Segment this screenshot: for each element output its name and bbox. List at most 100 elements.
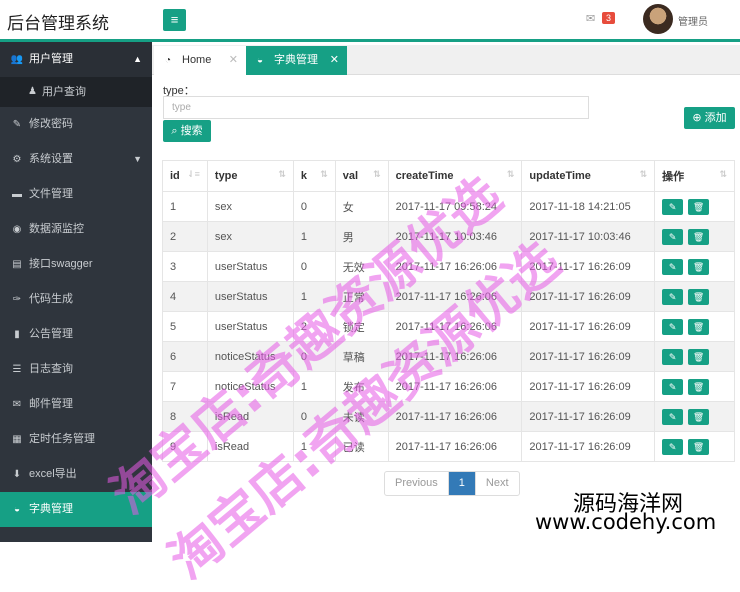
avatar[interactable] <box>643 4 673 34</box>
trash-icon[interactable]: 🗑 <box>688 378 710 395</box>
table-body: 1 sex 0 女 2017-11-17 09:58:24 2017-11-18 14:2… <box>162 191 735 462</box>
top-bar: 后台管理系统 ≡ ✉ 3 管理员 <box>0 0 740 42</box>
table-row[interactable]: 8 isRead 0 未读 2017-11-17 16:26:06 2017-11-17 … <box>162 401 735 432</box>
caret-down-icon: ▼ <box>133 154 142 164</box>
edit-icon[interactable]: ✎ <box>662 288 684 305</box>
menu-toggle-button[interactable]: ≡ <box>163 9 186 31</box>
table-cell: 1 <box>292 281 336 312</box>
type-input[interactable]: type <box>163 96 589 119</box>
table-row[interactable]: 9 isRead 1 已读 2017-11-17 16:26:06 2017-11-17 … <box>162 431 735 462</box>
sidebar-item-mail-management[interactable]: ✉ 邮件管理 <box>0 387 152 422</box>
column-header-k[interactable]: k ⇅ <box>292 160 336 192</box>
edit-icon[interactable]: ✎ <box>662 258 684 275</box>
column-header-actions[interactable]: 操作 ⇅ <box>654 160 735 192</box>
column-header-val[interactable]: val ⇅ <box>334 160 389 192</box>
sidebar-item-code-generation[interactable]: ✑ 代码生成 <box>0 282 152 317</box>
row-actions: ✎ 🗑 <box>654 371 735 402</box>
sidebar-item-label: 邮件管理 <box>29 398 73 410</box>
table-cell: 2017-11-18 14:21:05 <box>521 191 656 222</box>
close-icon[interactable]: ✕ <box>229 46 238 75</box>
previous-page-button[interactable]: Previous <box>385 472 448 495</box>
table-cell: sex <box>206 221 294 252</box>
sidebar-item-notice-management[interactable]: ▮ 公告管理 <box>0 317 152 352</box>
table-cell: userStatus <box>206 311 294 342</box>
trash-icon[interactable]: 🗑 <box>688 198 710 215</box>
table-row[interactable]: 1 sex 0 女 2017-11-17 09:58:24 2017-11-18 14:2… <box>162 191 735 222</box>
table-cell: 2017-11-17 16:26:09 <box>521 311 656 342</box>
trash-icon[interactable]: 🗑 <box>688 258 710 275</box>
table-cell: 1 <box>292 221 336 252</box>
table-row[interactable]: 2 sex 1 男 2017-11-17 10:03:46 2017-11-17 10:0… <box>162 221 735 252</box>
edit-icon[interactable]: ✎ <box>662 408 684 425</box>
sidebar-item-system-settings[interactable]: ⚙ 系统设置 ▼ <box>0 142 152 177</box>
sort-icon: ⇅ <box>373 169 381 179</box>
table-cell: isRead <box>206 401 294 432</box>
trash-icon[interactable]: 🗑 <box>688 408 710 425</box>
trash-icon[interactable]: 🗑 <box>688 288 710 305</box>
table-cell: 2 <box>292 311 336 342</box>
table-cell: 8 <box>162 401 208 432</box>
sidebar-item-dictionary-management[interactable]: ◒ 字典管理 <box>0 492 152 527</box>
table-row[interactable]: 6 noticeStatus 0 草稿 2017-11-17 16:26:06 2017-… <box>162 341 735 372</box>
table-cell: 已读 <box>334 431 389 462</box>
tab-dictionary[interactable]: ◒ 字典管理 ✕ <box>246 46 347 75</box>
plus-circle-icon: ⊕ <box>692 112 702 124</box>
table-cell: isRead <box>206 431 294 462</box>
next-page-button[interactable]: Next <box>474 472 519 495</box>
add-button[interactable]: ⊕ 添加 <box>684 107 735 129</box>
edit-icon[interactable]: ✎ <box>662 198 684 215</box>
sidebar-item-label: 修改密码 <box>29 118 73 130</box>
edit-icon[interactable]: ✎ <box>662 228 684 245</box>
search-button[interactable]: ⌕ 搜索 <box>163 120 211 142</box>
table-cell: 0 <box>292 191 336 222</box>
sort-icon: ⇅ <box>278 169 286 179</box>
sidebar-item-datasource-monitor[interactable]: ◉ 数据源监控 <box>0 212 152 247</box>
wrench-icon: ✑ <box>12 294 22 305</box>
table-row[interactable]: 3 userStatus 0 无效 2017-11-17 16:26:06 2017-11… <box>162 251 735 282</box>
table-cell: 4 <box>162 281 208 312</box>
sidebar-item-label: 文件管理 <box>29 188 73 200</box>
page-1-button[interactable]: 1 <box>447 472 475 495</box>
table-cell: 未读 <box>334 401 389 432</box>
trash-icon[interactable]: 🗑 <box>688 228 710 245</box>
sidebar-subitem-user-query[interactable]: ♟ 用户查询 <box>0 77 152 107</box>
mail-count-badge: 3 <box>602 12 616 24</box>
sidebar-item-excel-export[interactable]: ⬇ excel导出 <box>0 457 152 492</box>
sidebar-item-label: 用户管理 <box>29 53 73 65</box>
folder-icon: ▬ <box>12 189 22 200</box>
sidebar-item-label: 接口swagger <box>29 258 93 270</box>
trash-icon[interactable]: 🗑 <box>688 318 710 335</box>
table-cell: 7 <box>162 371 208 402</box>
sidebar-item-file-management[interactable]: ▬ 文件管理 <box>0 177 152 212</box>
tab-home[interactable]: ◔ Home ✕ <box>154 46 246 75</box>
column-header-type[interactable]: type ⇅ <box>206 160 294 192</box>
close-icon[interactable]: ✕ <box>330 46 339 75</box>
sidebar-item-user-management[interactable]: 👥 用户管理 ▲ <box>0 42 152 77</box>
sidebar-item-change-password[interactable]: ✎ 修改密码 <box>0 107 152 142</box>
edit-icon[interactable]: ✎ <box>662 318 684 335</box>
table-cell: 正常 <box>334 281 389 312</box>
edit-icon[interactable]: ✎ <box>662 438 684 455</box>
table-cell: 锁定 <box>334 311 389 342</box>
sidebar-item-scheduled-tasks[interactable]: ▦ 定时任务管理 <box>0 422 152 457</box>
book-icon: ▮ <box>14 329 20 340</box>
sidebar-item-log-query[interactable]: ☰ 日志查询 <box>0 352 152 387</box>
column-header-createtime[interactable]: createTime ⇅ <box>387 160 523 192</box>
table-row[interactable]: 5 userStatus 2 锁定 2017-11-17 16:26:06 2017-11… <box>162 311 735 342</box>
username[interactable]: 管理员 <box>678 13 708 28</box>
sort-icon: ⇅ <box>506 169 515 179</box>
trash-icon[interactable]: 🗑 <box>688 438 710 455</box>
column-header-updatetime[interactable]: updateTime ⇅ <box>521 160 656 192</box>
trash-icon[interactable]: 🗑 <box>688 348 710 365</box>
table-cell: 1 <box>162 191 208 222</box>
table-row[interactable]: 7 noticeStatus 1 发布 2017-11-17 16:26:06 2017-… <box>162 371 735 402</box>
edit-icon[interactable]: ✎ <box>662 348 684 365</box>
list-icon: ☰ <box>12 364 22 375</box>
edit-icon[interactable]: ✎ <box>662 378 684 395</box>
table-cell: 草稿 <box>334 341 389 372</box>
column-header-id[interactable]: id ⇃≡ <box>162 160 208 192</box>
table-cell: noticeStatus <box>206 371 294 402</box>
sidebar-item-swagger[interactable]: ▤ 接口swagger <box>0 247 152 282</box>
table-row[interactable]: 4 userStatus 1 正常 2017-11-17 16:26:06 2017-11… <box>162 281 735 312</box>
envelope-icon[interactable]: ✉ <box>586 12 595 25</box>
